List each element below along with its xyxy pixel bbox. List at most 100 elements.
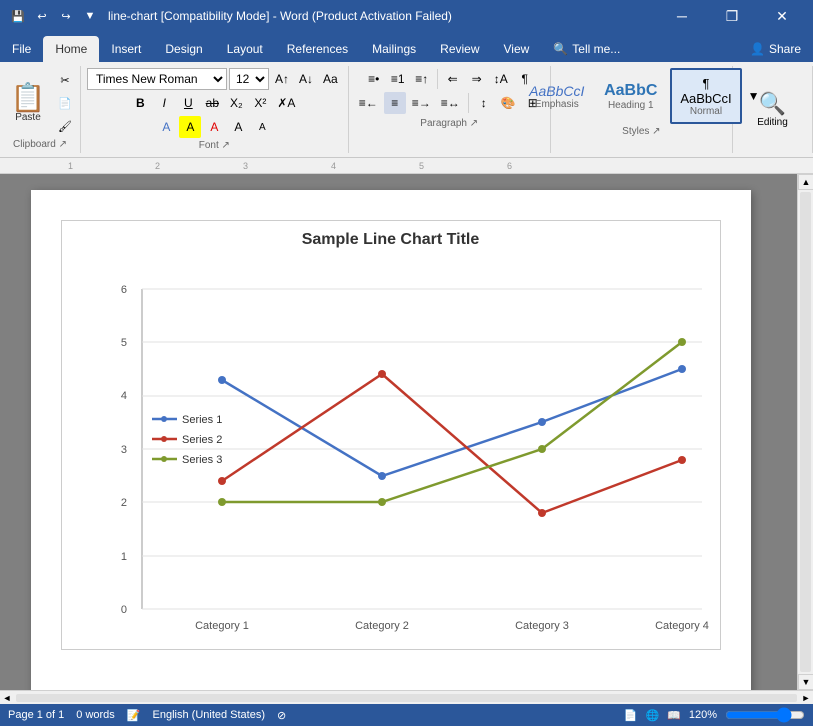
clear-format-button[interactable]: ✗A [273,92,299,114]
svg-text:Series 1: Series 1 [182,414,222,426]
app-window: 💾 ↩ ↪ ▼ line-chart [Compatibility Mode] … [0,0,813,726]
scroll-right-btn[interactable]: ► [799,691,813,705]
align-right-btn[interactable]: ≡→ [408,92,435,114]
tab-layout[interactable]: Layout [215,36,275,62]
strikethrough-button[interactable]: ab [201,92,223,114]
underline-button[interactable]: U [177,92,199,114]
font-size-shrink-btn[interactable]: A [251,116,273,138]
paste-icon: 📋 [11,84,46,112]
tab-design[interactable]: Design [153,36,214,62]
text-highlight-button[interactable]: A [179,116,201,138]
paste-button[interactable]: 📋 Paste [4,79,52,128]
tab-view[interactable]: View [492,36,542,62]
restore-btn[interactable]: ❐ [709,0,755,32]
svg-text:Category 4: Category 4 [655,620,709,632]
vertical-scrollbar[interactable]: ▲ ▼ [797,174,813,690]
bottom-area: ◄ ► Page 1 of 1 0 words 📝 English (Unite… [0,690,813,726]
style-normal[interactable]: ¶ AaBbCcI Normal [670,68,742,124]
line-chart-svg: 0 1 2 3 4 5 6 Category 1 Category 2 Cate… [72,259,712,639]
horizontal-scrollbar[interactable]: ◄ ► [0,690,813,704]
sort-button[interactable]: ↕A [490,68,512,90]
subscript-button[interactable]: X₂ [225,92,247,114]
bullets-button[interactable]: ≡• [363,68,385,90]
tab-review[interactable]: Review [428,36,491,62]
tab-references[interactable]: References [275,36,360,62]
svg-text:1: 1 [120,551,126,563]
scroll-down-btn[interactable]: ▼ [798,674,813,690]
bold-button[interactable]: B [129,92,151,114]
scroll-thumb[interactable] [800,192,811,672]
status-bar: Page 1 of 1 0 words 📝 English (United St… [0,704,813,726]
style-heading-preview: AaBbC [604,82,657,100]
word-count: 0 words [76,709,115,721]
svg-text:Category 2: Category 2 [355,620,409,632]
svg-text:Category 1: Category 1 [195,620,249,632]
close-btn[interactable]: ✕ [759,0,805,32]
tab-file[interactable]: File [0,36,43,62]
find-button[interactable]: 🔍 Editing [749,87,796,132]
superscript-button[interactable]: X² [249,92,271,114]
view-print-btn[interactable]: 📄 [624,709,638,722]
align-left-btn[interactable]: ≡← [355,92,382,114]
line-spacing-btn[interactable]: ↕ [473,92,495,114]
view-read-btn[interactable]: 📖 [667,709,681,722]
tab-share[interactable]: 👤Share [738,36,813,62]
cut-button[interactable]: ✂ [54,69,76,91]
ruler-marker-1: 1 [68,161,73,171]
scroll-left-btn[interactable]: ◄ [0,691,14,705]
customize-quick-btn[interactable]: ▼ [80,6,100,26]
style-normal-label: Normal [690,106,722,117]
tab-mailings[interactable]: Mailings [360,36,428,62]
font-size-grow-btn[interactable]: A [227,116,249,138]
justify-btn[interactable]: ≡↔ [437,92,464,114]
style-emphasis[interactable]: AaBbCcI Emphasis [522,68,592,124]
tab-insert[interactable]: Insert [99,36,153,62]
minimize-btn[interactable]: ─ [659,0,705,32]
styles-row: AaBbCcI Emphasis AaBbC Heading 1 ¶ AaBbC… [522,68,761,124]
increase-font-btn[interactable]: A↑ [271,68,293,90]
ruler-marker-5: 5 [419,161,424,171]
text-effect-button[interactable]: A [155,116,177,138]
change-case-btn[interactable]: Aa [319,68,342,90]
h-scroll-thumb[interactable] [16,694,797,702]
svg-text:0: 0 [120,604,126,616]
font-row2: B I U ab X₂ X² ✗A [129,92,299,114]
font-group-label: Font ↗ [199,140,230,151]
tab-home[interactable]: Home [43,36,99,62]
font-size-select[interactable]: 12 [229,68,269,90]
align-center-btn[interactable]: ≡ [384,92,406,114]
decrease-indent-btn[interactable]: ⇐ [442,68,464,90]
increase-indent-btn[interactable]: ⇒ [466,68,488,90]
style-heading1[interactable]: AaBbC Heading 1 [596,68,666,124]
editing-area: 🔍 Editing [745,83,800,136]
font-color-button[interactable]: A [203,116,225,138]
view-web-btn[interactable]: 🌐 [645,709,659,722]
ribbon-group-editing: 🔍 Editing [733,66,813,153]
ruler-marker-6: 6 [507,161,512,171]
ribbon-group-font: Times New Roman 12 A↑ A↓ Aa B I U ab X₂ … [81,66,349,153]
font-name-select[interactable]: Times New Roman [87,68,227,90]
format-painter-button[interactable]: 🖌 [54,115,76,137]
decrease-font-btn[interactable]: A↓ [295,68,317,90]
svg-text:5: 5 [120,337,126,349]
italic-button[interactable]: I [153,92,175,114]
spell-check-icon[interactable]: 📝 [127,709,141,722]
shading-btn[interactable]: 🎨 [497,92,520,114]
svg-text:Series 2: Series 2 [182,434,222,446]
find-icon: 🔍 [759,91,786,117]
tab-tell-me[interactable]: 🔍Tell me... [541,36,632,62]
quick-access-toolbar: 💾 ↩ ↪ ▼ [8,6,100,26]
save-quick-btn[interactable]: 💾 [8,6,28,26]
status-left: Page 1 of 1 0 words 📝 English (United St… [8,709,286,722]
redo-quick-btn[interactable]: ↪ [56,6,76,26]
svg-text:4: 4 [120,390,126,402]
ribbon-content: 📋 Paste ✂ 📄 🖌 Clipboard ↗ Times New Roma… [0,62,813,158]
chart-container[interactable]: Sample Line Chart Title [61,220,721,650]
ribbon-group-paragraph: ≡• ≡1 ≡↑ ⇐ ⇒ ↕A ¶ ≡← ≡ ≡→ ≡↔ ↕ 🎨 ⊞ Parag… [349,66,551,153]
undo-quick-btn[interactable]: ↩ [32,6,52,26]
numbering-button[interactable]: ≡1 [387,68,409,90]
scroll-up-btn[interactable]: ▲ [798,174,813,190]
multilevel-button[interactable]: ≡↑ [411,68,433,90]
zoom-slider[interactable] [725,707,805,723]
copy-button[interactable]: 📄 [54,92,76,114]
